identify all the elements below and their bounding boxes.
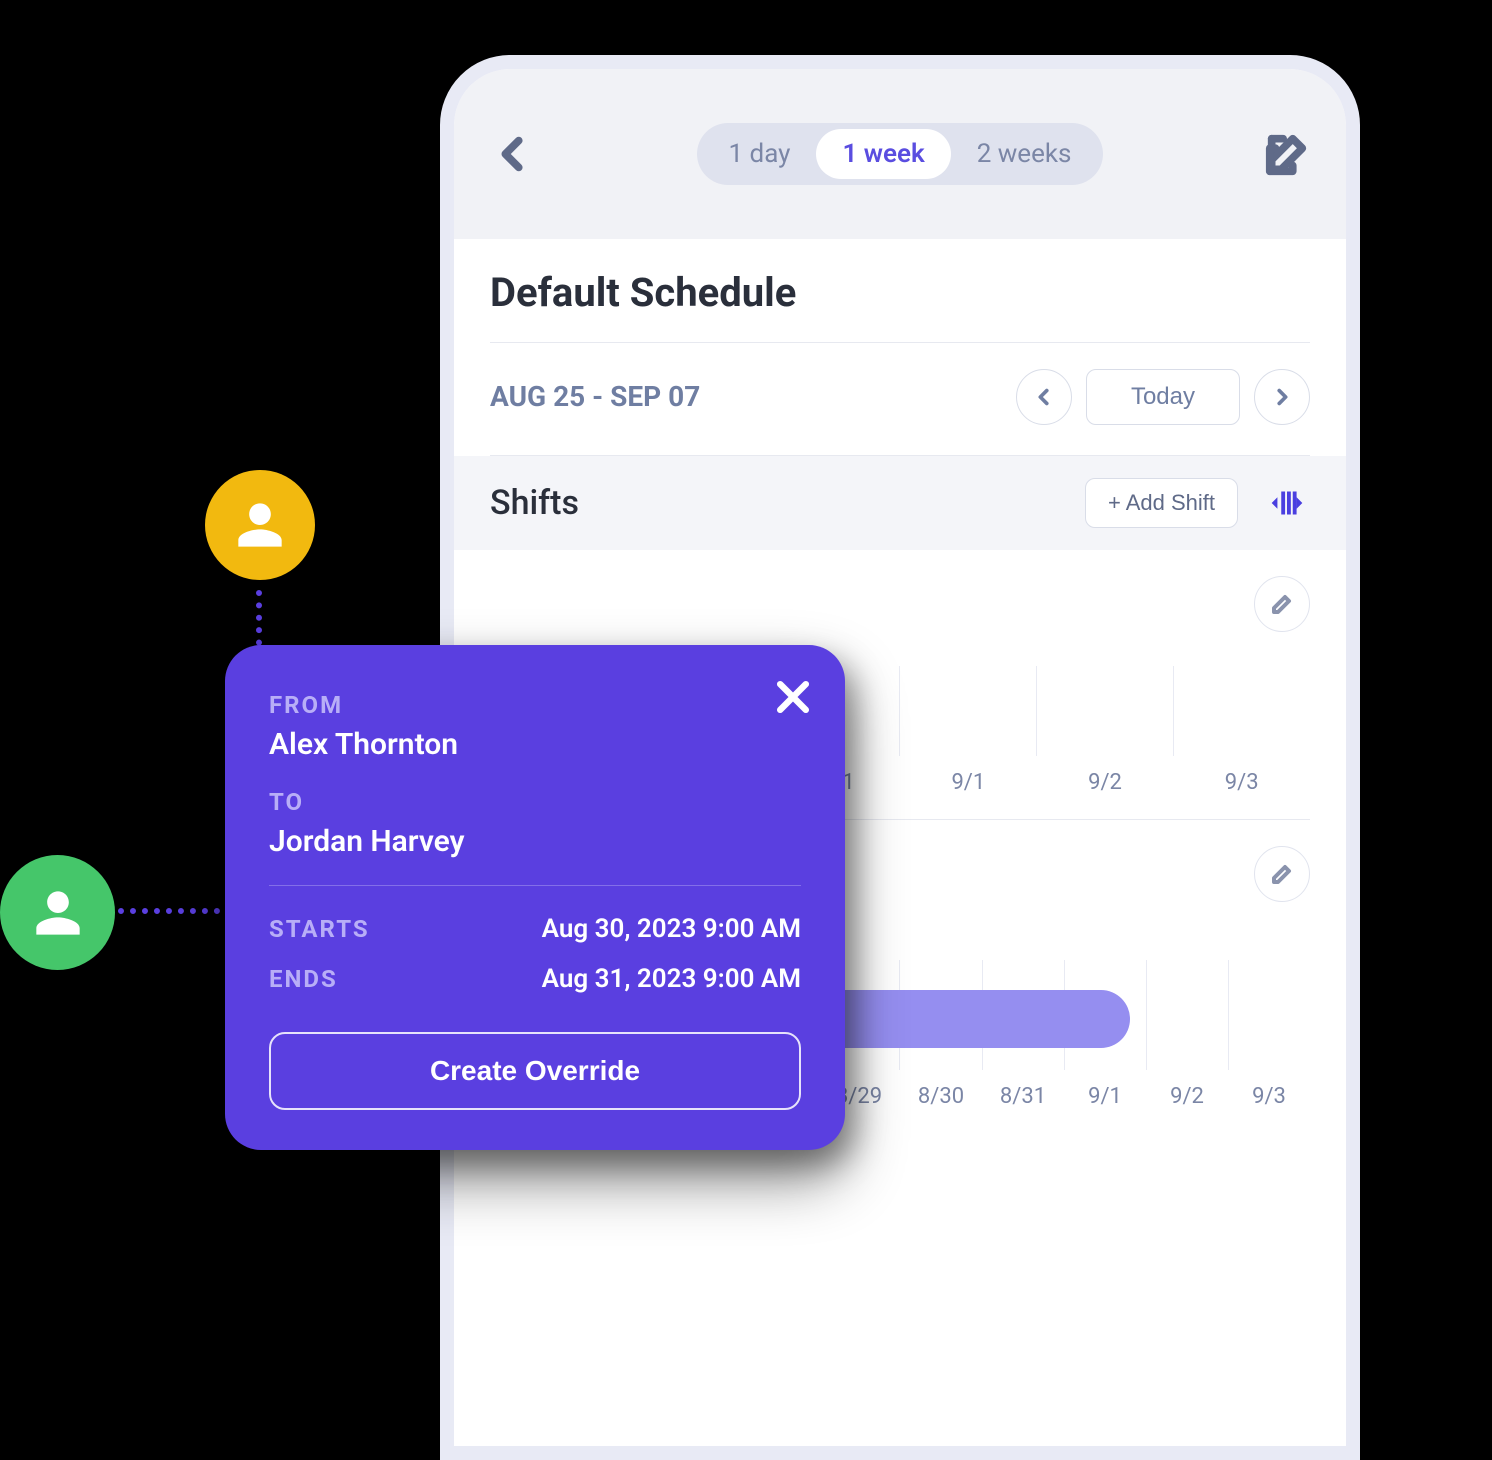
close-icon[interactable]: [771, 675, 815, 719]
topbar: 1 day 1 week 2 weeks: [454, 69, 1346, 239]
ends-label: ENDS: [269, 965, 338, 993]
next-range-button[interactable]: [1254, 369, 1310, 425]
shifts-header: Shifts + Add Shift: [454, 456, 1346, 550]
shifts-heading: Shifts: [490, 483, 579, 523]
segment-1day[interactable]: 1 day: [703, 129, 817, 179]
today-button[interactable]: Today: [1086, 369, 1240, 425]
create-override-button[interactable]: Create Override: [269, 1032, 801, 1110]
date-tick: 9/1: [1064, 1084, 1146, 1109]
back-icon[interactable]: [490, 131, 536, 177]
segment-1week[interactable]: 1 week: [816, 129, 950, 179]
date-tick: 8/30: [900, 1084, 982, 1109]
from-value: Alex Thornton: [269, 727, 801, 762]
edit-shift-1-button[interactable]: [1254, 576, 1310, 632]
to-label: TO: [269, 788, 801, 816]
prev-range-button[interactable]: [1016, 369, 1072, 425]
edit-shift-2-button[interactable]: [1254, 846, 1310, 902]
date-nav-row: AUG 25 - SEP 07 Today: [490, 343, 1310, 456]
date-tick: 9/2: [1146, 1084, 1228, 1109]
starts-label: STARTS: [269, 915, 370, 943]
avatar-green: [0, 855, 115, 970]
segment-2weeks[interactable]: 2 weeks: [951, 129, 1098, 179]
starts-value: Aug 30, 2023 9:00 AM: [542, 914, 801, 944]
add-shift-button[interactable]: + Add Shift: [1085, 478, 1238, 528]
from-label: FROM: [269, 691, 801, 719]
date-range: AUG 25 - SEP 07: [490, 380, 700, 414]
date-tick: 9/3: [1173, 770, 1310, 795]
range-segmented-control: 1 day 1 week 2 weeks: [697, 123, 1104, 185]
date-tick: 9/2: [1037, 770, 1174, 795]
avatar-yellow: [205, 470, 315, 580]
timeline-zoom-icon[interactable]: [1264, 480, 1310, 526]
override-popup: FROM Alex Thornton TO Jordan Harvey STAR…: [225, 645, 845, 1150]
schedule-title: Default Schedule: [490, 269, 1310, 343]
date-tick: 8/31: [982, 1084, 1064, 1109]
date-tick: 9/1: [900, 770, 1037, 795]
compose-icon[interactable]: [1264, 131, 1310, 177]
to-value: Jordan Harvey: [269, 824, 801, 859]
date-tick: 9/3: [1228, 1084, 1310, 1109]
ends-value: Aug 31, 2023 9:00 AM: [542, 964, 801, 994]
